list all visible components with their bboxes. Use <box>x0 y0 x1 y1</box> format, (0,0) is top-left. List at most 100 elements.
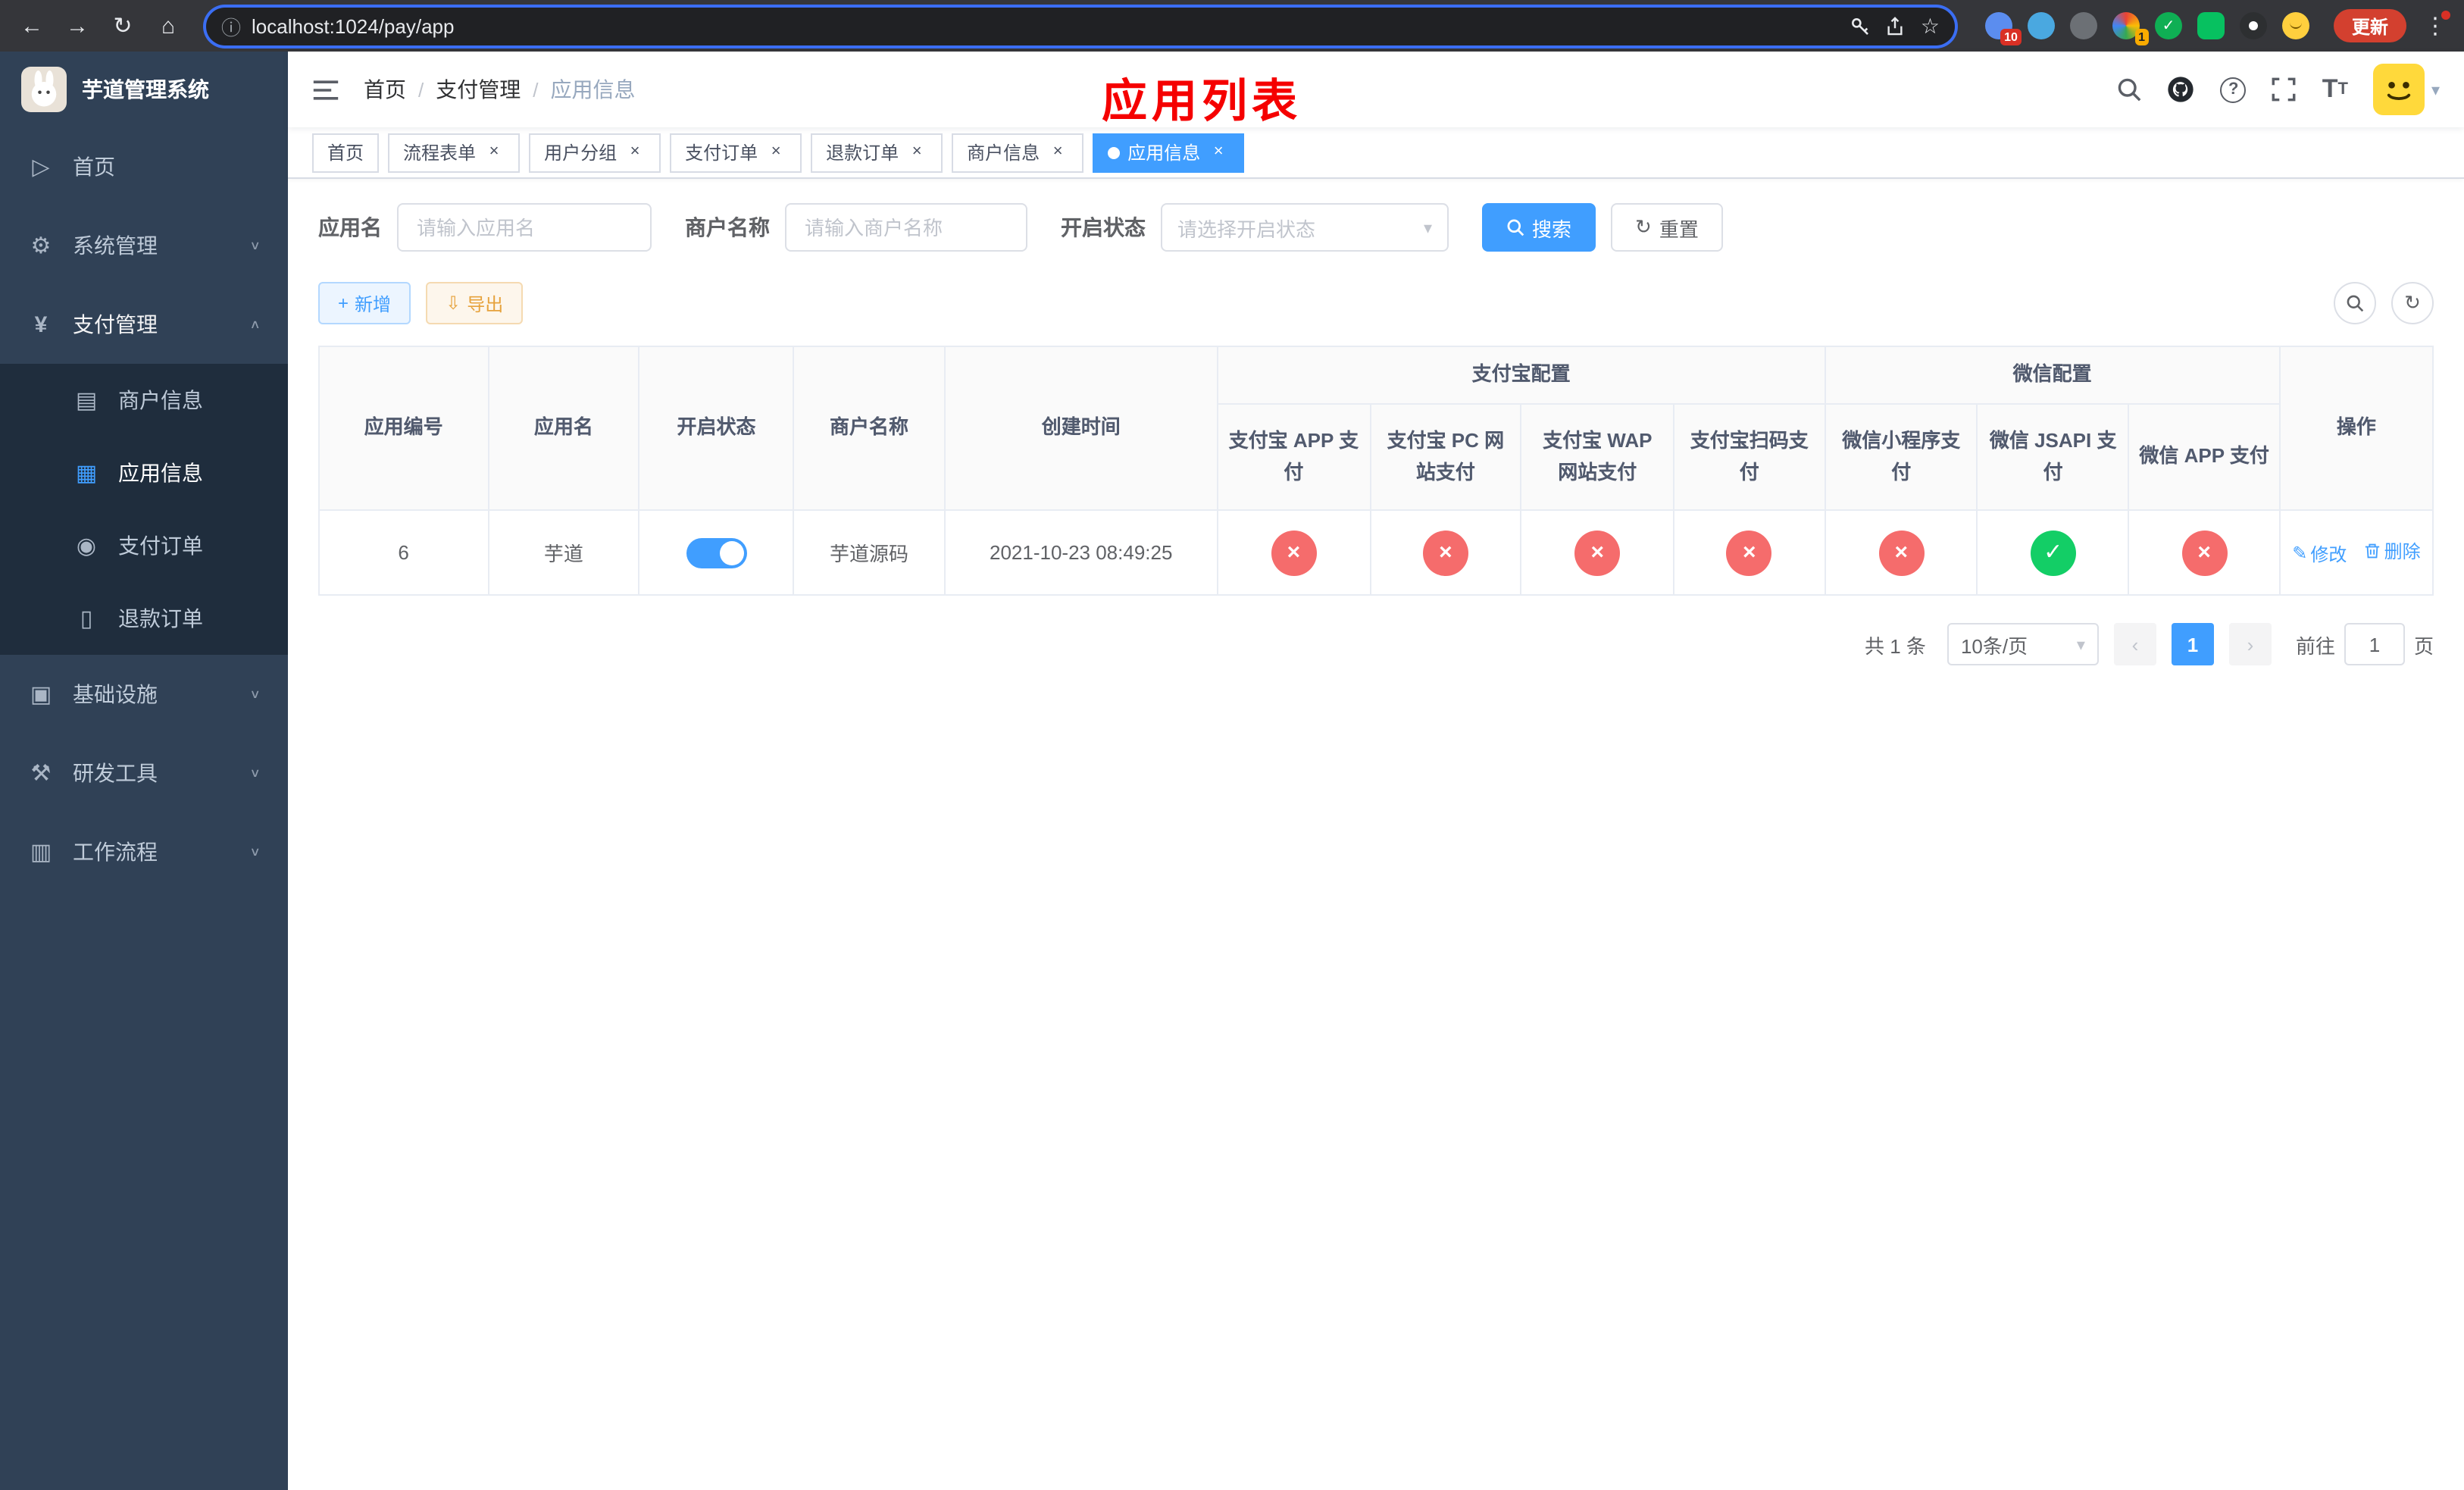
col-header-alipay-app: 支付宝 APP 支付 <box>1216 403 1371 511</box>
app-name-input[interactable] <box>397 203 652 252</box>
edit-link[interactable]: ✎ 修改 <box>2292 541 2347 567</box>
sidebar-menu: ▷︎ 首页 ⚙ 系统管理 ∨ ¥ 支付管理 ∧ ▤ 商户信息 ▦ 应用信息 ◉ … <box>0 127 288 891</box>
sidebar-collapse-icon[interactable] <box>288 52 364 127</box>
screen: ← → ↻ ⌂ ⓘ localhost:1024/pay/app ☆ 10 1 … <box>0 0 2464 1490</box>
page-size-value: 10条/页 <box>1960 634 2028 657</box>
breadcrumb-home[interactable]: 首页 <box>364 74 406 105</box>
close-icon[interactable]: × <box>483 142 505 163</box>
col-header-app-name: 应用名 <box>487 346 640 511</box>
extension-icon[interactable] <box>2027 12 2055 39</box>
grid-icon: ▦ <box>75 461 98 487</box>
help-icon[interactable]: ? <box>2220 77 2247 102</box>
pagination: 共 1 条 10条/页 ▾ ‹ 1 › 前往 页 <box>318 623 2434 665</box>
tab-merchant-info[interactable]: 商户信息 × <box>952 133 1084 172</box>
browser-menu-icon[interactable]: ⋮ <box>2419 11 2452 39</box>
col-header-wechat-app: 微信 APP 支付 <box>2128 403 2281 511</box>
page-number-button[interactable]: 1 <box>2171 623 2214 665</box>
site-info-icon[interactable]: ⓘ <box>221 11 241 40</box>
export-button-label: 导出 <box>467 293 504 315</box>
close-icon[interactable]: × <box>1047 142 1068 163</box>
sidebar-item-payment[interactable]: ¥ 支付管理 ∧ <box>0 285 288 364</box>
add-button[interactable]: + 新增 <box>318 282 411 324</box>
extension-icon[interactable] <box>2069 12 2097 39</box>
sidebar-item-refund-orders[interactable]: ▯ 退款订单 <box>0 582 288 655</box>
sidebar-item-home[interactable]: ▷︎ 首页 <box>0 127 288 206</box>
top-navbar: 首页 / 支付管理 / 应用信息 ? T T ▾ <box>288 52 2464 127</box>
close-icon[interactable]: × <box>765 142 786 163</box>
export-button[interactable]: ⇩ 导出 <box>426 282 524 324</box>
sidebar-item-dev-tools[interactable]: ⚒ 研发工具 ∨ <box>0 734 288 812</box>
bookmark-star-icon[interactable]: ☆ <box>1921 13 1940 39</box>
next-page-button[interactable]: › <box>2228 623 2272 665</box>
reload-icon[interactable]: ↻ <box>103 6 142 45</box>
font-size-icon[interactable]: TT <box>2322 74 2348 105</box>
home-icon[interactable]: ⌂ <box>149 6 188 45</box>
share-icon[interactable] <box>1886 16 1906 36</box>
extension-icon[interactable] <box>2239 12 2267 39</box>
cell-status <box>638 509 795 596</box>
sidebar-item-workflow[interactable]: ▥ 工作流程 ∨ <box>0 812 288 891</box>
extension-icon[interactable] <box>2197 12 2225 39</box>
table-row: 6 芋道 芋道源码 2021-10-23 08:49:25 × × × × × <box>318 509 2434 596</box>
merchant-name-input[interactable] <box>785 203 1027 252</box>
cell-alipay-wap: × <box>1520 509 1675 596</box>
tab-process-form[interactable]: 流程表单 × <box>388 133 521 172</box>
extension-icon[interactable]: 1 <box>2112 12 2149 45</box>
address-bar[interactable]: ⓘ localhost:1024/pay/app ☆ <box>206 7 1955 45</box>
reset-button[interactable]: ↻ 重置 <box>1611 203 1723 252</box>
alipay-pc-pay-status-icon: × <box>1422 530 1468 575</box>
cell-merchant: 芋道源码 <box>793 509 946 596</box>
user-menu[interactable]: ▾ <box>2373 64 2440 115</box>
extension-icon[interactable] <box>2281 12 2309 39</box>
search-icon[interactable] <box>2118 77 2142 102</box>
forward-icon[interactable]: → <box>58 6 97 45</box>
sidebar-item-app-info[interactable]: ▦ 应用信息 <box>0 437 288 509</box>
dashboard-icon: ▷︎ <box>32 155 50 180</box>
password-key-icon[interactable] <box>1851 16 1871 36</box>
prev-page-button[interactable]: ‹ <box>2113 623 2156 665</box>
trash-icon <box>2366 544 2380 559</box>
page-size-select[interactable]: 10条/页 ▾ <box>1946 623 2099 665</box>
extension-icon[interactable]: ✓ <box>2154 12 2182 39</box>
close-icon[interactable]: × <box>906 142 927 163</box>
browser-toolbar: ← → ↻ ⌂ ⓘ localhost:1024/pay/app ☆ 10 1 … <box>0 0 2464 52</box>
tab-app-info[interactable]: 应用信息 × <box>1093 133 1245 172</box>
sidebar-item-infrastructure[interactable]: ▣ 基础设施 ∨ <box>0 655 288 734</box>
sidebar-item-merchant-info[interactable]: ▤ 商户信息 <box>0 364 288 437</box>
breadcrumb-payment[interactable]: 支付管理 <box>436 74 521 105</box>
app-enabled-switch[interactable] <box>686 537 747 568</box>
back-icon[interactable]: ← <box>12 6 52 45</box>
github-icon[interactable] <box>2168 76 2195 103</box>
app-logo[interactable]: 芋道管理系统 <box>0 52 288 127</box>
chevron-down-icon: ▾ <box>2076 636 2085 654</box>
sidebar-item-pay-orders[interactable]: ◉ 支付订单 <box>0 509 288 582</box>
menu-label: 工作流程 <box>73 840 158 864</box>
tab-pay-orders[interactable]: 支付订单 × <box>670 133 802 172</box>
total-count: 共 1 条 <box>1865 634 1926 657</box>
extension-icon[interactable]: 10 <box>1984 12 2022 45</box>
browser-update-button[interactable]: 更新 <box>2333 9 2406 42</box>
app-table: 应用编号 应用名 开启状态 商户名称 创建时间 支付宝配置 微信配置 操作 支付… <box>318 346 2434 596</box>
goto-page-input[interactable] <box>2344 623 2405 665</box>
close-icon[interactable]: × <box>1208 142 1229 163</box>
status-select[interactable]: 请选择开启状态 ▾ <box>1161 203 1449 252</box>
app-frame: 芋道管理系统 ▷︎ 首页 ⚙ 系统管理 ∨ ¥ 支付管理 ∧ ▤ 商户信息 ▦ … <box>0 52 2464 1490</box>
toggle-search-button[interactable] <box>2334 282 2376 324</box>
close-icon[interactable]: × <box>624 142 646 163</box>
coin-icon: ◉ <box>76 534 97 559</box>
search-button[interactable]: 搜索 <box>1482 203 1596 252</box>
tab-user-group[interactable]: 用户分组 × <box>529 133 661 172</box>
refresh-table-button[interactable]: ↻ <box>2391 282 2434 324</box>
extension-badge: 1 <box>2134 29 2149 45</box>
fullscreen-icon[interactable] <box>2272 77 2297 102</box>
tab-label: 用户分组 <box>544 142 618 164</box>
status-label: 开启状态 <box>1061 215 1146 239</box>
wechat-app-pay-status-icon: × <box>2181 530 2228 575</box>
tab-home[interactable]: 首页 <box>312 133 380 172</box>
tab-refund-orders[interactable]: 退款订单 × <box>811 133 943 172</box>
cell-alipay-pc: × <box>1369 509 1522 596</box>
delete-link[interactable]: 删除 <box>2365 539 2421 565</box>
sidebar-item-system[interactable]: ⚙ 系统管理 ∨ <box>0 206 288 285</box>
breadcrumb-separator: / <box>533 78 539 101</box>
breadcrumb-current: 应用信息 <box>550 77 636 102</box>
